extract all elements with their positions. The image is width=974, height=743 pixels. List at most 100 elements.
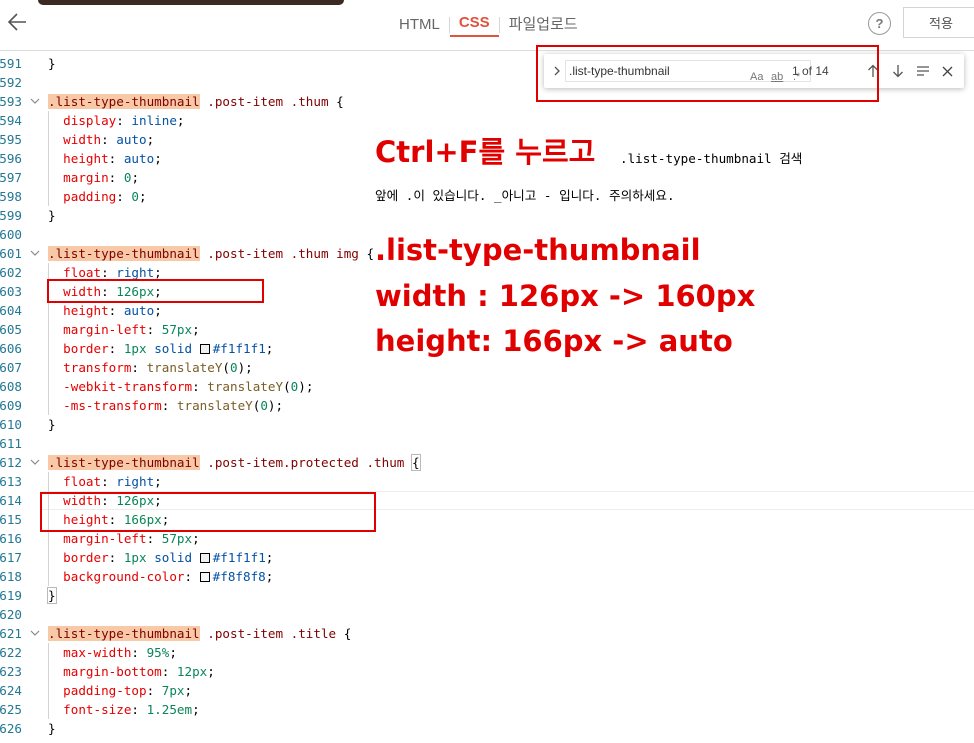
fold-chevron-icon[interactable]	[30, 453, 42, 472]
line-number: 603	[0, 284, 22, 299]
code-token: height	[48, 151, 109, 166]
top-bar: HTML CSS 파일업로드 ? 적용	[0, 0, 974, 51]
help-button[interactable]: ?	[868, 12, 891, 35]
code-line[interactable]: 620	[0, 605, 974, 624]
fold-chevron-icon[interactable]	[30, 244, 42, 263]
code-line[interactable]: 609 -ms-transform: translateY(0);	[0, 396, 974, 415]
code-line[interactable]: 613 float: right;	[0, 472, 974, 491]
code-line[interactable]: 610}	[0, 415, 974, 434]
code-token: .post-item .thum	[199, 94, 337, 109]
code-token: solid	[154, 550, 193, 565]
code-token: translateY	[146, 360, 223, 375]
code-token: #f1f1f1	[212, 341, 266, 356]
code-line[interactable]: 618 background-color: #f8f8f8;	[0, 567, 974, 586]
line-number: 593	[0, 94, 22, 109]
line-number: 609	[0, 398, 22, 413]
search-match-highlight: .list-type-thumbnail	[48, 246, 200, 261]
line-number: 608	[0, 379, 22, 394]
find-widget-highlight-box	[536, 45, 879, 102]
code-line[interactable]: 621 .list-type-thumbnail .post-item .titl…	[0, 624, 974, 643]
line-number: 615	[0, 512, 22, 527]
code-token: border	[48, 550, 109, 565]
code-token: :	[101, 132, 117, 147]
code-text: }	[48, 206, 56, 225]
annotation-height-change: height: 166px -> auto	[375, 324, 733, 358]
line-number: 613	[0, 474, 22, 489]
code-text: padding-top: 7px;	[48, 681, 192, 700]
tab-css[interactable]: CSS	[449, 13, 499, 37]
code-token: }	[48, 208, 56, 223]
tab-file-upload[interactable]: 파일업로드	[500, 15, 587, 35]
tab-html[interactable]: HTML	[390, 15, 449, 35]
code-token: ;	[265, 341, 274, 356]
code-token: padding	[48, 189, 117, 204]
code-token: :	[146, 322, 162, 337]
code-token: ;	[146, 132, 155, 147]
code-line[interactable]: 597 margin: 0;	[0, 168, 974, 187]
code-token: :	[101, 265, 117, 280]
code-line[interactable]: 594 display: inline;	[0, 111, 974, 130]
code-line[interactable]: 624 padding-top: 7px;	[0, 681, 974, 700]
code-token: :	[184, 569, 200, 584]
find-in-selection-icon[interactable]	[914, 62, 932, 80]
line-number: 619	[0, 588, 22, 603]
code-line[interactable]: 619}	[0, 586, 974, 605]
code-token: -webkit-transform	[48, 379, 193, 394]
code-line[interactable]: 612 .list-type-thumbnail .post-item.prote…	[0, 453, 974, 472]
line-number: 616	[0, 531, 22, 546]
code-token: right	[116, 474, 155, 489]
code-token: margin-left	[48, 322, 147, 337]
code-token: transform	[48, 360, 132, 375]
apply-button[interactable]: 적용	[903, 7, 974, 38]
annotation-selector: .list-type-thumbnail	[375, 233, 701, 267]
code-token: :	[108, 341, 124, 356]
line-number: 620	[0, 607, 22, 622]
code-token: 7px	[161, 683, 185, 698]
code-text: .list-type-thumbnail .post-item.protecte…	[48, 453, 421, 472]
search-match-highlight: .list-type-thumbnail	[48, 94, 200, 109]
code-token: float	[48, 265, 102, 280]
code-token: :	[161, 398, 177, 413]
code-line[interactable]: 622 max-width: 95%;	[0, 643, 974, 662]
code-text: background-color: #f8f8f8;	[48, 567, 273, 586]
code-token: {	[411, 454, 421, 471]
next-match-arrow-down-icon[interactable]	[889, 62, 907, 80]
color-swatch[interactable]	[199, 572, 210, 582]
fold-chevron-icon[interactable]	[30, 624, 42, 643]
code-line[interactable]: 611	[0, 434, 974, 453]
code-token: );	[267, 398, 284, 413]
highlight-box-width-height-614-615	[40, 492, 376, 532]
line-number: 602	[0, 265, 22, 280]
back-arrow-icon[interactable]	[6, 10, 30, 34]
code-token: :	[131, 645, 147, 660]
close-icon[interactable]	[938, 62, 956, 80]
line-number: 604	[0, 303, 22, 318]
code-token: :	[146, 531, 162, 546]
code-token: ;	[154, 303, 162, 318]
code-token: ;	[207, 664, 215, 679]
color-swatch[interactable]	[199, 344, 210, 354]
color-swatch[interactable]	[199, 553, 210, 563]
code-token: auto	[123, 151, 155, 166]
code-text: float: right;	[48, 472, 162, 491]
code-line[interactable]: 617 border: 1px solid #f1f1f1;	[0, 548, 974, 567]
code-token: :	[108, 170, 124, 185]
code-line[interactable]: 608 -webkit-transform: translateY(0);	[0, 377, 974, 396]
annotation-width-change: width : 126px -> 160px	[375, 279, 756, 313]
code-token: ;	[192, 531, 200, 546]
fold-chevron-icon[interactable]	[30, 92, 42, 111]
search-match-highlight: .list-type-thumbnail	[48, 455, 200, 470]
annotation-note: 앞에 .이 있습니다. _아니고 - 입니다. 주의하세요.	[375, 188, 675, 203]
search-match-highlight: .list-type-thumbnail	[48, 626, 200, 641]
line-number: 623	[0, 664, 22, 679]
code-line[interactable]: 623 margin-bottom: 12px;	[0, 662, 974, 681]
code-line[interactable]: 626}	[0, 719, 974, 738]
line-number: 592	[0, 75, 22, 90]
line-number: 598	[0, 189, 22, 204]
code-line[interactable]: 607 transform: translateY(0);	[0, 358, 974, 377]
code-token: ;	[154, 265, 162, 280]
code-line[interactable]: 625 font-size: 1.25em;	[0, 700, 974, 719]
code-token: 0	[131, 189, 140, 204]
code-token: {	[336, 94, 344, 109]
code-line[interactable]: 599}	[0, 206, 974, 225]
